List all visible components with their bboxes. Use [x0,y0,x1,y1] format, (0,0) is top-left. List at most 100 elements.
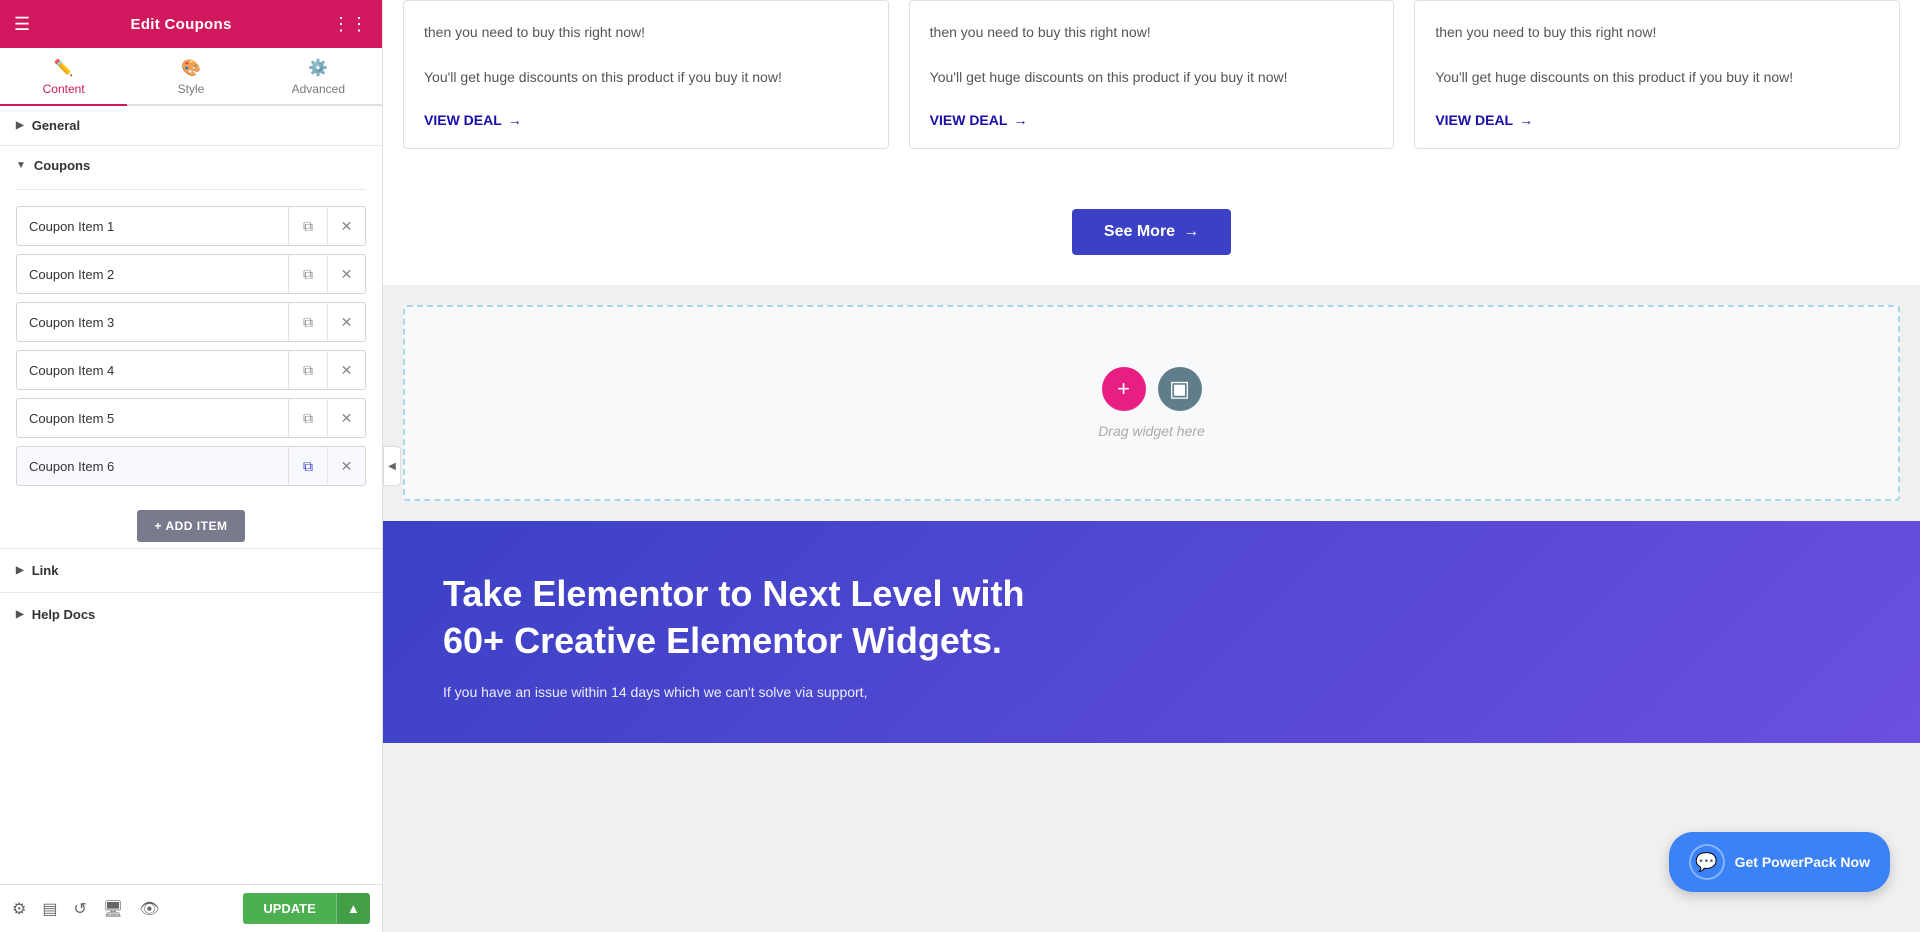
footer-icons: ⚙ ▤ ↺ 🖥 👁 [12,899,160,919]
panel-content: ▶ General ▼ Coupons Coupon Item 1 ⧉ ✕ [0,106,382,884]
help-docs-section-label: Help Docs [32,607,96,622]
drag-widget-area: + ▣ Drag widget here [403,305,1900,501]
pencil-icon: ✏️ [54,58,74,78]
coupon-item-5-actions: ⧉ ✕ [288,399,365,437]
coupons-section-label: Coupons [34,158,90,173]
drag-widget-buttons: + ▣ [1102,367,1202,411]
panel-tabs: ✏️ Content 🎨 Style ⚙️ Advanced [0,48,382,106]
coupon-item-3-label[interactable]: Coupon Item 3 [17,305,288,340]
coupon-item-row-1: Coupon Item 1 ⧉ ✕ [16,206,366,246]
coupon-item-3-delete-button[interactable]: ✕ [327,303,365,341]
history-icon[interactable]: ↺ [73,899,86,919]
coupon-card-2: then you need to buy this right now! You… [909,0,1395,149]
coupon-item-5-duplicate-button[interactable]: ⧉ [289,399,327,437]
coupon-card-3-text: then you need to buy this right now! You… [1435,21,1879,88]
general-arrow-icon: ▶ [16,120,24,131]
promo-banner: Take Elementor to Next Level with 60+ Cr… [383,521,1920,743]
coupon-item-1-duplicate-button[interactable]: ⧉ [289,207,327,245]
add-widget-button[interactable]: + [1102,367,1146,411]
coupon-item-6-delete-button[interactable]: ✕ [327,447,365,485]
palette-icon: 🎨 [181,58,201,78]
tab-advanced[interactable]: ⚙️ Advanced [255,48,382,106]
coupon-cards-area: then you need to buy this right now! You… [383,0,1920,189]
help-docs-arrow-icon: ▶ [16,609,24,620]
link-section-label: Link [32,563,59,578]
coupon-item-1-delete-button[interactable]: ✕ [327,207,365,245]
coupon-item-2-actions: ⧉ ✕ [288,255,365,293]
tab-style-label: Style [178,82,205,96]
desktop-icon[interactable]: 🖥 [103,899,123,919]
grid-icon[interactable]: ⋮⋮ [332,14,368,35]
coupon-item-2-label[interactable]: Coupon Item 2 [17,257,288,292]
tab-advanced-label: Advanced [292,82,345,96]
link-section-header[interactable]: ▶ Link [0,548,382,592]
view-deal-link-1[interactable]: VIEW DEAL → [424,112,868,128]
hamburger-icon[interactable]: ☰ [14,14,30,35]
see-more-arrow-icon: → [1183,223,1199,241]
coupon-item-5-label[interactable]: Coupon Item 5 [17,401,288,436]
help-docs-section-header[interactable]: ▶ Help Docs [0,592,382,636]
chat-icon: 💬 [1689,844,1725,880]
add-section-button[interactable]: ▣ [1158,367,1202,411]
general-section-label: General [32,118,80,133]
see-more-container: See More → [383,189,1920,285]
coupon-item-4-actions: ⧉ ✕ [288,351,365,389]
settings-icon[interactable]: ⚙ [12,899,26,919]
coupon-card-3: then you need to buy this right now! You… [1414,0,1900,149]
arrow-right-icon-3: → [1519,112,1533,128]
coupon-item-6-label[interactable]: Coupon Item 6 [17,449,288,484]
link-arrow-icon: ▶ [16,565,24,576]
arrow-right-icon-2: → [1013,112,1027,128]
left-panel: ☰ Edit Coupons ⋮⋮ ✏️ Content 🎨 Style ⚙️ … [0,0,383,932]
coupon-cards-grid: then you need to buy this right now! You… [403,0,1900,149]
view-deal-link-2[interactable]: VIEW DEAL → [930,112,1374,128]
coupon-item-row-5: Coupon Item 5 ⧉ ✕ [16,398,366,438]
coupons-section-header[interactable]: ▼ Coupons [16,146,366,190]
tab-content-label: Content [43,82,85,96]
coupons-arrow-icon: ▼ [16,160,26,171]
coupon-item-1-actions: ⧉ ✕ [288,207,365,245]
promo-body: If you have an issue within 14 days whic… [443,681,1860,703]
coupon-card-2-text: then you need to buy this right now! You… [930,21,1374,88]
update-arrow-button[interactable]: ▲ [336,893,370,924]
promo-heading: Take Elementor to Next Level with 60+ Cr… [443,571,1860,665]
coupon-card-1-text: then you need to buy this right now! You… [424,21,868,88]
coupon-items-list: Coupon Item 1 ⧉ ✕ Coupon Item 2 ⧉ ✕ Coup… [16,206,366,486]
add-item-button[interactable]: + ADD ITEM [137,510,246,542]
coupon-item-1-label[interactable]: Coupon Item 1 [17,209,288,244]
coupon-item-4-delete-button[interactable]: ✕ [327,351,365,389]
panel-header: ☰ Edit Coupons ⋮⋮ [0,0,382,48]
drag-widget-text: Drag widget here [1098,423,1205,439]
panel-title: Edit Coupons [131,16,232,33]
coupon-item-row-4: Coupon Item 4 ⧉ ✕ [16,350,366,390]
tab-style[interactable]: 🎨 Style [127,48,254,106]
layers-icon[interactable]: ▤ [42,899,57,919]
coupon-item-row-2: Coupon Item 2 ⧉ ✕ [16,254,366,294]
coupon-card-1: then you need to buy this right now! You… [403,0,889,149]
coupon-item-row-3: Coupon Item 3 ⧉ ✕ [16,302,366,342]
view-deal-link-3[interactable]: VIEW DEAL → [1435,112,1879,128]
coupon-item-3-duplicate-button[interactable]: ⧉ [289,303,327,341]
update-button[interactable]: UPDATE [243,893,335,924]
coupon-item-4-label[interactable]: Coupon Item 4 [17,353,288,388]
coupon-item-2-duplicate-button[interactable]: ⧉ [289,255,327,293]
main-area: ◀ then you need to buy this right now! Y… [383,0,1920,932]
update-btn-group: UPDATE ▲ [243,893,370,924]
coupon-item-6-duplicate-button[interactable]: ⧉ [289,447,327,485]
collapse-panel-button[interactable]: ◀ [383,446,401,486]
coupon-item-5-delete-button[interactable]: ✕ [327,399,365,437]
coupon-item-row-6: Coupon Item 6 ⧉ ✕ [16,446,366,486]
coupon-item-3-actions: ⧉ ✕ [288,303,365,341]
coupon-item-6-actions: ⧉ ✕ [288,447,365,485]
gear-icon: ⚙️ [308,58,328,78]
preview-icon[interactable]: 👁 [139,899,159,919]
general-section-header[interactable]: ▶ General [0,106,382,146]
coupon-item-2-delete-button[interactable]: ✕ [327,255,365,293]
arrow-right-icon: → [508,112,522,128]
add-item-container: + ADD ITEM [16,500,366,542]
coupon-item-4-duplicate-button[interactable]: ⧉ [289,351,327,389]
tab-content[interactable]: ✏️ Content [0,48,127,106]
see-more-button[interactable]: See More → [1072,209,1231,255]
panel-footer: ⚙ ▤ ↺ 🖥 👁 UPDATE ▲ [0,884,382,932]
get-powerpack-button[interactable]: 💬 Get PowerPack Now [1669,832,1890,892]
